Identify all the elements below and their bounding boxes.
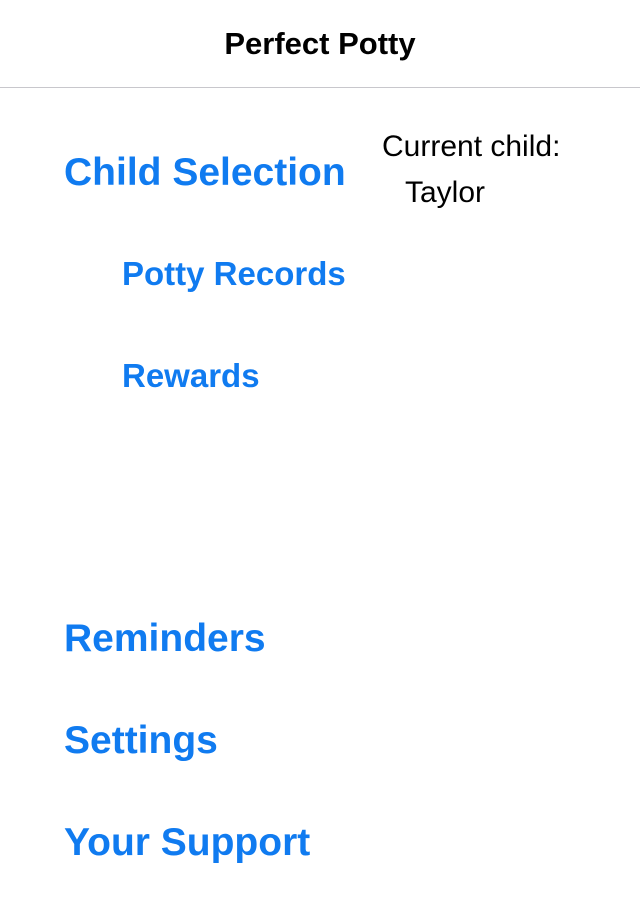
your-support-link[interactable]: Your Support xyxy=(64,820,310,866)
reminders-link[interactable]: Reminders xyxy=(64,616,266,662)
child-selection-link[interactable]: Child Selection xyxy=(64,150,346,196)
app-title: Perfect Potty xyxy=(224,26,416,61)
current-child-label: Current child: xyxy=(382,130,561,163)
potty-records-link[interactable]: Potty Records xyxy=(122,254,346,294)
rewards-link[interactable]: Rewards xyxy=(122,356,260,396)
current-child-name: Taylor xyxy=(405,176,486,209)
navigation-bar: Perfect Potty xyxy=(0,0,640,88)
settings-link[interactable]: Settings xyxy=(64,718,218,764)
